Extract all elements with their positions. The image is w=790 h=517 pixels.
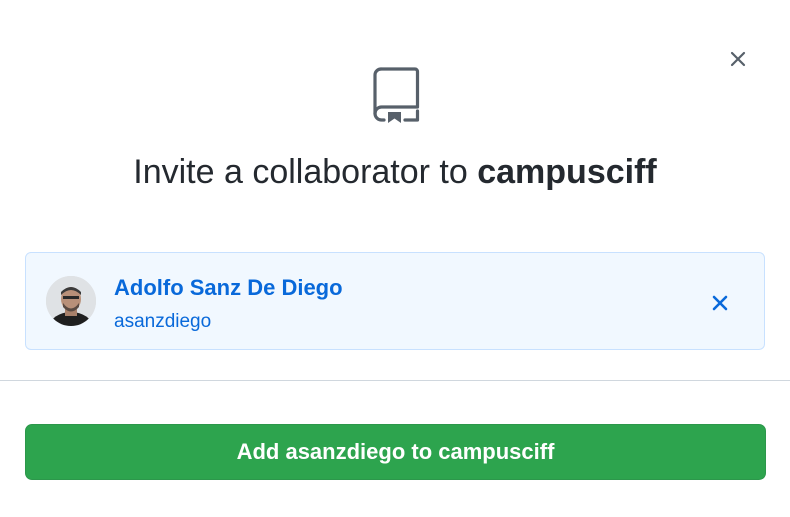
close-icon (712, 295, 728, 311)
selected-user-card: Adolfo Sanz De Diego asanzdiego (25, 252, 765, 350)
dialog-title: Invite a collaborator to campusciff (0, 150, 790, 194)
invite-collaborator-dialog: Invite a collaborator to campusciff Adol… (0, 0, 790, 517)
dialog-close-button[interactable] (724, 45, 752, 73)
user-login[interactable]: asanzdiego (114, 309, 211, 335)
repo-icon (373, 67, 420, 123)
add-collaborator-button[interactable]: Add asanzdiego to campusciff (25, 424, 766, 480)
user-display-name[interactable]: Adolfo Sanz De Diego (114, 273, 343, 303)
repository-name: campusciff (477, 153, 657, 191)
remove-user-button[interactable] (707, 290, 733, 316)
close-icon (730, 51, 746, 67)
avatar (46, 276, 96, 326)
dialog-title-prefix: Invite a collaborator to (133, 153, 478, 191)
divider (0, 380, 790, 381)
